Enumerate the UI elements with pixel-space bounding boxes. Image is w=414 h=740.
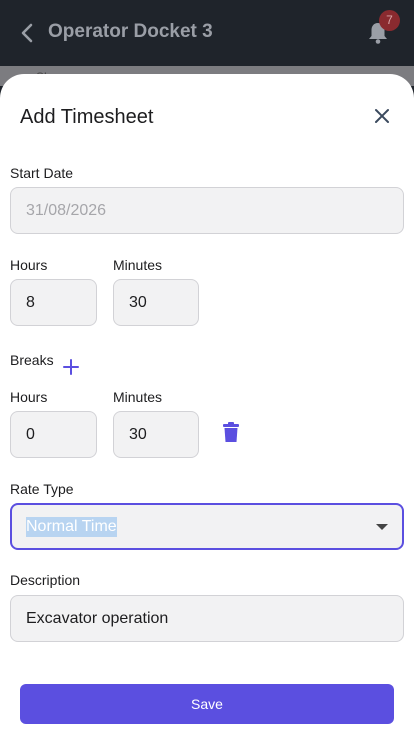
description-label: Description: [10, 572, 81, 588]
notification-badge: 7: [379, 10, 400, 31]
break-minutes-label: Minutes: [113, 389, 163, 405]
rate-type-label: Rate Type: [10, 481, 74, 497]
sheet-title: Add Timesheet: [20, 106, 154, 128]
hours-input[interactable]: 8: [10, 279, 97, 326]
minutes-input[interactable]: 30: [113, 279, 199, 326]
save-button[interactable]: Save: [20, 684, 394, 724]
plus-icon[interactable]: [60, 356, 82, 378]
add-timesheet-sheet: Add Timesheet Start Date 31/08/2026 Hour…: [0, 74, 414, 740]
breaks-label: Breaks: [10, 352, 54, 368]
rate-type-value: Normal Time: [26, 516, 117, 537]
back-chevron-icon[interactable]: [14, 20, 40, 46]
break-hours-input[interactable]: 0: [10, 411, 97, 458]
description-field[interactable]: Excavator operation: [10, 595, 404, 642]
page-title: Operator Docket 3: [48, 21, 213, 42]
app-bar: Operator Docket 3 7: [0, 0, 414, 66]
start-date-label: Start Date: [10, 165, 74, 181]
trash-icon[interactable]: [219, 420, 243, 444]
minutes-label: Minutes: [113, 257, 163, 273]
break-hours-label: Hours: [10, 389, 48, 405]
close-icon[interactable]: [368, 102, 396, 130]
start-date-field[interactable]: 31/08/2026: [10, 187, 404, 234]
caret-down-icon: [376, 524, 388, 530]
hours-label: Hours: [10, 257, 48, 273]
break-minutes-input[interactable]: 30: [113, 411, 199, 458]
rate-type-select[interactable]: Normal Time: [10, 503, 404, 550]
